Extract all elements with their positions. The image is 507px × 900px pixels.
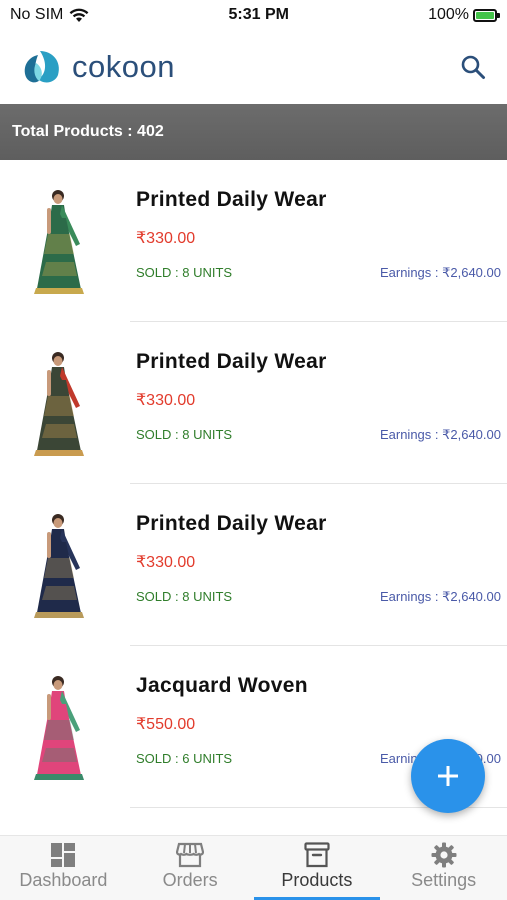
nav-label-dashboard: Dashboard	[19, 870, 108, 890]
earnings: Earnings : ₹2,640.00	[379, 427, 501, 442]
product-price: ₹550.00	[136, 716, 196, 733]
product-title[interactable]: Printed Daily Wear	[136, 188, 501, 212]
brand-logo: cokoon	[22, 49, 175, 85]
status-bar: No SIM 5:31 PM 100%	[0, 0, 507, 30]
product-image[interactable]	[0, 160, 130, 322]
saree-model-image	[34, 352, 84, 456]
product-image[interactable]	[0, 646, 130, 808]
archive-box-icon	[304, 842, 330, 868]
wifi-icon	[69, 8, 89, 22]
product-stats: SOLD : 8 UNITS Earnings : ₹2,640.00	[136, 589, 501, 605]
nav-label-orders: Orders	[162, 870, 218, 890]
product-title[interactable]: Printed Daily Wear	[136, 350, 501, 374]
total-products-bar: Total Products : 402	[0, 104, 507, 160]
gear-icon	[431, 842, 457, 868]
dashboard-icon	[51, 843, 76, 867]
product-price: ₹330.00	[136, 230, 196, 247]
status-left: No SIM	[10, 6, 89, 24]
battery-percent: 100%	[428, 6, 469, 23]
saree-model-image	[34, 190, 84, 294]
units-sold: SOLD : 8 UNITS	[136, 427, 233, 442]
units-sold: SOLD : 8 UNITS	[136, 265, 233, 280]
plus-icon	[438, 766, 458, 786]
units-sold: SOLD : 8 UNITS	[136, 589, 233, 604]
app-header: cokoon	[0, 30, 507, 104]
search-button[interactable]	[457, 51, 489, 83]
product-title[interactable]: Printed Daily Wear	[136, 512, 501, 536]
cokoon-logo-icon	[24, 51, 59, 83]
store-icon	[176, 842, 205, 868]
battery-icon	[472, 8, 500, 22]
product-price: ₹330.00	[136, 554, 196, 571]
product-stats: SOLD : 8 UNITS Earnings : ₹2,640.00	[136, 427, 501, 443]
nav-item-orders[interactable]: Orders	[127, 836, 254, 900]
nav-item-dashboard[interactable]: Dashboard	[0, 836, 127, 900]
product-details: Printed Daily Wear ₹330.00 SOLD : 8 UNIT…	[130, 322, 507, 484]
nav-label-products: Products	[281, 870, 353, 890]
product-details: Printed Daily Wear ₹330.00 SOLD : 8 UNIT…	[130, 160, 507, 322]
saree-model-image	[34, 676, 84, 780]
add-product-button[interactable]	[411, 739, 485, 813]
saree-model-image	[34, 514, 84, 618]
product-row[interactable]: Printed Daily Wear ₹330.00 SOLD : 8 UNIT…	[0, 484, 507, 646]
total-products-label: Total Products : 402	[12, 123, 164, 140]
nav-label-settings: Settings	[411, 870, 477, 890]
earnings: Earnings : ₹2,640.00	[379, 265, 501, 280]
product-list[interactable]: Printed Daily Wear ₹330.00 SOLD : 8 UNIT…	[0, 160, 507, 808]
nav-item-products[interactable]: Products	[253, 836, 381, 900]
product-title[interactable]: Jacquard Woven	[136, 674, 501, 698]
battery-fill	[475, 11, 494, 19]
product-image[interactable]	[0, 484, 130, 646]
product-image[interactable]	[0, 322, 130, 484]
units-sold: SOLD : 6 UNITS	[136, 751, 233, 766]
product-row[interactable]: Printed Daily Wear ₹330.00 SOLD : 8 UNIT…	[0, 160, 507, 322]
search-icon	[461, 55, 485, 79]
product-stats: SOLD : 8 UNITS Earnings : ₹2,640.00	[136, 265, 501, 281]
brand-name: cokoon	[72, 49, 175, 84]
bottom-nav: Dashboard Orders Products Settings	[0, 835, 507, 900]
product-details: Printed Daily Wear ₹330.00 SOLD : 8 UNIT…	[130, 484, 507, 646]
product-row[interactable]: Printed Daily Wear ₹330.00 SOLD : 8 UNIT…	[0, 322, 507, 484]
carrier-label: No SIM	[10, 6, 64, 23]
status-time: 5:31 PM	[228, 6, 289, 23]
product-price: ₹330.00	[136, 392, 196, 409]
earnings: Earnings : ₹2,640.00	[379, 589, 501, 604]
nav-item-settings[interactable]: Settings	[380, 836, 507, 900]
status-right: 100%	[428, 6, 500, 24]
